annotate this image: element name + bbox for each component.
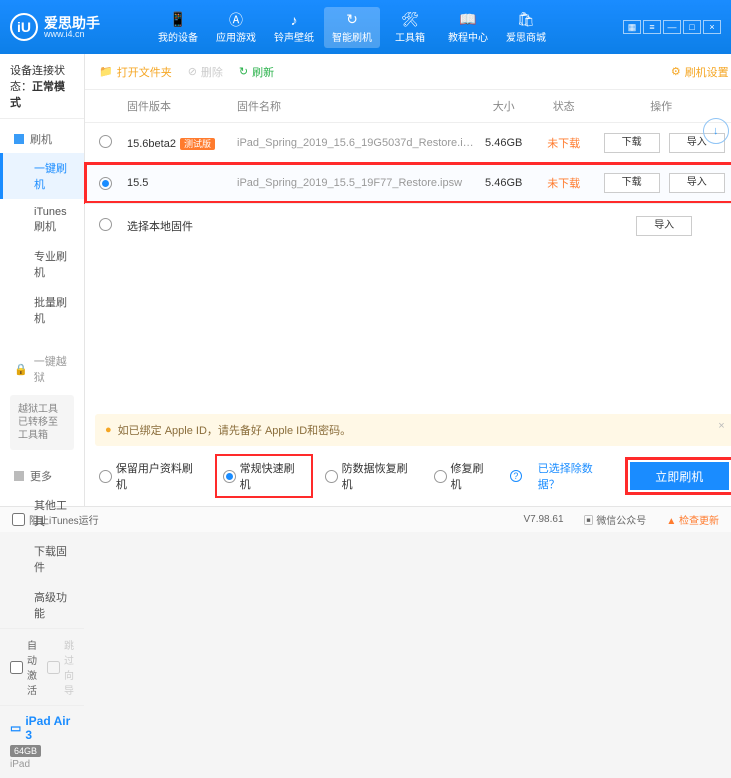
firmware-row[interactable]: 15.5 iPad_Spring_2019_15.5_19F77_Restore…: [85, 163, 731, 203]
version-label: V7.98.61: [523, 514, 563, 525]
flash-now-button[interactable]: 立即刷机: [630, 462, 729, 490]
skip-guide-checkbox[interactable]: 跳过向导: [47, 637, 74, 697]
brand-name: 爱思助手: [44, 16, 100, 30]
nav-icon: ♪: [266, 11, 322, 29]
jailbreak-notice: 越狱工具已转移至工具箱: [10, 395, 74, 450]
mode-keep-data[interactable]: 保留用户资料刷机: [99, 460, 203, 492]
warning-icon: ●: [105, 424, 112, 436]
download-button[interactable]: 下载: [604, 173, 660, 193]
firmware-row[interactable]: 15.6beta2 测试版 iPad_Spring_2019_15.6_19G50…: [85, 123, 731, 163]
nav-icon: 📖: [440, 11, 496, 29]
sidebar-group-jailbreak: 🔒 一键越狱: [0, 347, 84, 391]
storage-badge: 64GB: [10, 745, 41, 757]
nav-6[interactable]: 🛍爱思商城: [498, 7, 554, 48]
nav-5[interactable]: 📖教程中心: [440, 7, 496, 48]
mode-repair[interactable]: 修复刷机: [434, 460, 494, 492]
sidebar-group-flash[interactable]: 刷机: [0, 125, 84, 153]
nav-4[interactable]: 🛠工具箱: [382, 7, 438, 48]
block-itunes-checkbox[interactable]: 阻止iTunes运行: [12, 512, 99, 527]
sidebar-item-more-2[interactable]: 高级功能: [0, 582, 84, 628]
window-controls: ▦ ≡ — □ ×: [623, 20, 721, 34]
nav-0[interactable]: 📱我的设备: [150, 7, 206, 48]
nav-icon: 🛍: [498, 11, 554, 29]
check-update-link[interactable]: ▲ 检查更新: [666, 512, 719, 527]
nav-1[interactable]: Ⓐ应用游戏: [208, 7, 264, 48]
close-button[interactable]: ×: [703, 20, 721, 34]
fw-version: 15.5: [127, 177, 148, 189]
close-warning-button[interactable]: ×: [718, 420, 724, 432]
fw-status: 未下载: [534, 175, 594, 191]
brand-url: www.i4.cn: [44, 30, 100, 39]
refresh-icon: ↻: [239, 65, 248, 78]
app-logo: iU 爱思助手 www.i4.cn: [10, 13, 150, 41]
mode-normal-fast[interactable]: 常规快速刷机: [219, 458, 309, 494]
wechat-icon: ▣: [584, 516, 594, 527]
fw-version: 15.6beta2: [127, 138, 176, 150]
import-button[interactable]: 导入: [669, 173, 725, 193]
nav-icon: 📱: [150, 11, 206, 29]
folder-icon: 📁: [99, 65, 113, 78]
minimize-button[interactable]: —: [663, 20, 681, 34]
nav-2[interactable]: ♪铃声壁纸: [266, 7, 322, 48]
open-folder-button[interactable]: 📁打开文件夹: [99, 64, 172, 80]
sidebar-item-flash-1[interactable]: iTunes刷机: [0, 199, 84, 241]
flash-settings-button[interactable]: ⚙刷机设置: [671, 64, 729, 80]
info-icon[interactable]: ?: [510, 470, 522, 482]
import-local-button[interactable]: 导入: [636, 216, 692, 236]
sidebar-item-flash-0[interactable]: 一键刷机: [0, 153, 84, 199]
wechat-link[interactable]: ▣ 微信公众号: [584, 512, 647, 527]
local-firmware-radio[interactable]: [99, 218, 112, 231]
connection-status: 设备连接状态：正常模式: [0, 54, 84, 119]
sidebar-group-more[interactable]: 更多: [0, 462, 84, 490]
menu-button[interactable]: ≡: [643, 20, 661, 34]
gear-icon: ⚙: [671, 65, 681, 78]
appleid-warning: ● 如已绑定 Apple ID，请先备好 Apple ID和密码。 ×: [95, 414, 731, 446]
firmware-radio[interactable]: [99, 177, 112, 190]
sidebar-item-more-1[interactable]: 下载固件: [0, 536, 84, 582]
refresh-button[interactable]: ↻刷新: [239, 64, 274, 80]
delete-button[interactable]: ⊘删除: [188, 64, 223, 80]
nav-icon: 🛠: [382, 11, 438, 29]
sidebar-item-flash-2[interactable]: 专业刷机: [0, 241, 84, 287]
download-progress-icon[interactable]: ↓: [703, 118, 729, 144]
fw-size: 5.46GB: [474, 177, 534, 189]
fw-size: 5.46GB: [474, 137, 534, 149]
select-local-firmware-row: 选择本地固件 导入: [85, 203, 731, 248]
auto-activate-checkbox[interactable]: 自动激活: [10, 637, 37, 697]
download-button[interactable]: 下载: [604, 133, 660, 153]
sidebar-item-flash-3[interactable]: 批量刷机: [0, 287, 84, 333]
skin-button[interactable]: ▦: [623, 20, 641, 34]
beta-tag: 测试版: [180, 138, 215, 150]
tablet-icon: ▭: [10, 721, 21, 735]
exclude-data-link[interactable]: 已选择除数据？: [538, 460, 614, 492]
square-icon: [14, 134, 24, 144]
nav-3[interactable]: ↻智能刷机: [324, 7, 380, 48]
logo-icon: iU: [10, 13, 38, 41]
delete-icon: ⊘: [188, 65, 197, 78]
fw-status: 未下载: [534, 135, 594, 151]
square-icon: [14, 471, 24, 481]
nav-icon: Ⓐ: [208, 11, 264, 29]
fw-name: iPad_Spring_2019_15.5_19F77_Restore.ipsw: [237, 177, 474, 189]
nav-icon: ↻: [324, 11, 380, 29]
fw-name: iPad_Spring_2019_15.6_19G5037d_Restore.i…: [237, 137, 474, 149]
firmware-radio[interactable]: [99, 135, 112, 148]
device-info[interactable]: ▭ iPad Air 3 64GB iPad: [0, 705, 84, 778]
update-icon: ▲: [666, 516, 676, 527]
mode-anti-recovery[interactable]: 防数据恢复刷机: [325, 460, 418, 492]
lock-icon: 🔒: [14, 363, 28, 376]
table-header: 固件版本 固件名称 大小 状态 操作: [85, 90, 731, 123]
maximize-button[interactable]: □: [683, 20, 701, 34]
